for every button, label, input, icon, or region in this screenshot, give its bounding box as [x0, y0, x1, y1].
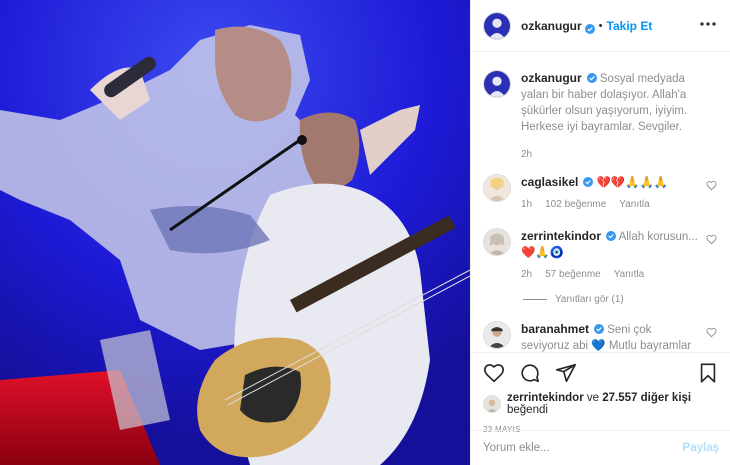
- heart-icon[interactable]: [706, 234, 717, 245]
- post-photo[interactable]: [0, 0, 470, 465]
- comment-username[interactable]: zerrintekindor: [521, 229, 601, 243]
- comment-likes[interactable]: 57 beğenme: [545, 269, 601, 280]
- view-replies-button[interactable]: Yanıtları gör (1): [523, 294, 719, 305]
- avatar[interactable]: [483, 11, 511, 40]
- post-side-panel: ozkanugur • Takip Et ozkanugur Sosyal me…: [470, 0, 730, 465]
- avatar[interactable]: [483, 321, 511, 349]
- comment-likes[interactable]: 102 beğenme: [545, 199, 606, 210]
- likes-summary[interactable]: zerrintekindor ve 27.557 diğer kişi beğe…: [483, 392, 719, 416]
- verified-icon: [584, 21, 595, 34]
- concert-photo: [0, 0, 470, 465]
- comment-item: zerrintekindor Allah korusun... ❤️🙏🧿 2h …: [483, 228, 719, 280]
- more-icon[interactable]: [698, 14, 718, 34]
- avatar: [483, 395, 501, 413]
- comment-time[interactable]: 2h: [521, 269, 532, 280]
- avatar[interactable]: [483, 228, 511, 256]
- verified-icon: [606, 230, 617, 241]
- comment-text-emoji: ❤️🙏🧿: [521, 247, 564, 259]
- comment-input[interactable]: [483, 442, 683, 454]
- comment-item: baranahmet Seni çok seviyoruz abi 💙 Mutl…: [483, 321, 719, 352]
- comment-time[interactable]: 1h: [521, 199, 532, 210]
- verified-icon: [594, 323, 605, 334]
- verified-icon: [583, 176, 594, 187]
- separator-dot: •: [598, 19, 603, 32]
- action-icons: [483, 359, 719, 387]
- comment-username[interactable]: baranahmet: [521, 322, 589, 336]
- verified-icon: [586, 72, 597, 83]
- replies-divider: [523, 299, 547, 300]
- comment-icon[interactable]: [519, 362, 541, 384]
- instagram-post: ozkanugur • Takip Et ozkanugur Sosyal me…: [0, 0, 730, 465]
- follow-button[interactable]: Takip Et: [607, 19, 653, 33]
- reply-button[interactable]: Yanıtla: [614, 269, 644, 280]
- view-replies-label: Yanıtları gör (1): [555, 294, 624, 305]
- heart-icon[interactable]: [483, 362, 505, 384]
- reply-button[interactable]: Yanıtla: [619, 199, 649, 210]
- likes-conjunction: ve: [586, 392, 600, 404]
- comment-username[interactable]: caglasikel: [521, 175, 578, 189]
- comment-text: 💔💔🙏🙏🙏: [596, 177, 669, 189]
- post-actions: zerrintekindor ve 27.557 diğer kişi beğe…: [471, 352, 730, 434]
- bookmark-icon[interactable]: [697, 362, 719, 384]
- likes-user[interactable]: zerrintekindor: [507, 392, 584, 404]
- caption-time[interactable]: 2h: [521, 149, 532, 160]
- add-comment-box: Paylaş: [471, 430, 730, 465]
- post-header: ozkanugur • Takip Et: [471, 0, 730, 52]
- comment-text: Allah korusun...: [618, 231, 698, 243]
- caption: ozkanugur Sosyal medyada yalan bir haber…: [483, 70, 719, 160]
- heart-icon[interactable]: [706, 327, 717, 338]
- post-comment-button[interactable]: Paylaş: [683, 442, 719, 454]
- heart-icon[interactable]: [706, 180, 717, 191]
- avatar[interactable]: [483, 174, 511, 202]
- header-username[interactable]: ozkanugur: [521, 19, 582, 33]
- likes-others[interactable]: 27.557 diğer kişi: [602, 392, 691, 404]
- likes-suffix: beğendi: [507, 404, 548, 416]
- avatar[interactable]: [483, 70, 511, 98]
- caption-username[interactable]: ozkanugur: [521, 71, 582, 85]
- comments-list[interactable]: ozkanugur Sosyal medyada yalan bir haber…: [471, 52, 730, 352]
- comment-item: caglasikel 💔💔🙏🙏🙏 1h 102 beğenme Yanıtla: [483, 174, 719, 210]
- share-icon[interactable]: [555, 362, 577, 384]
